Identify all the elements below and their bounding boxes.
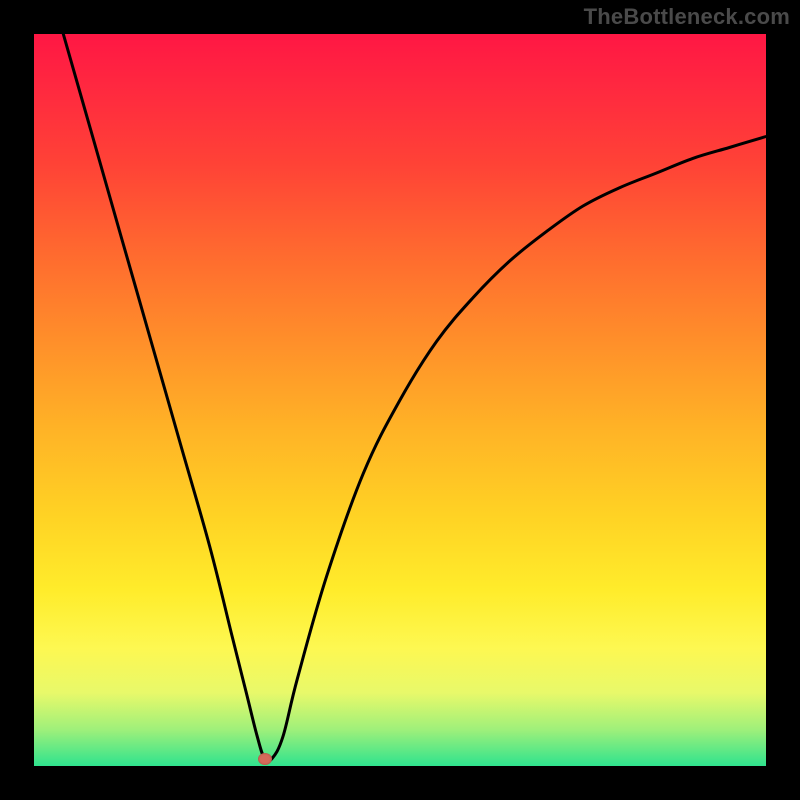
plot-area bbox=[34, 34, 766, 766]
bottleneck-curve-path bbox=[63, 34, 766, 762]
curve-svg bbox=[34, 34, 766, 766]
chart-frame: TheBottleneck.com bbox=[0, 0, 800, 800]
minimum-marker bbox=[258, 753, 272, 765]
watermark-text: TheBottleneck.com bbox=[584, 4, 790, 30]
